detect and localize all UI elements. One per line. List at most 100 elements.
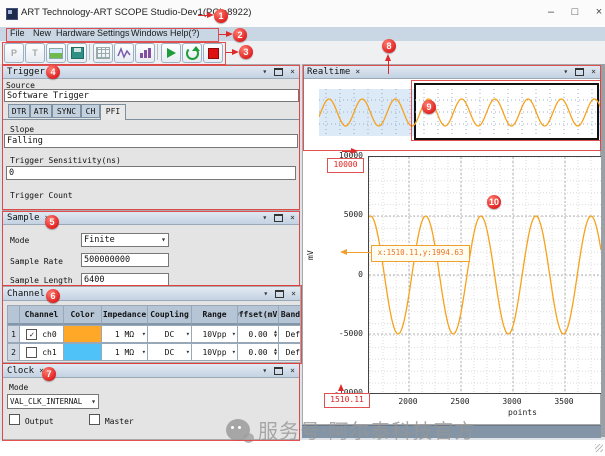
realtime-close-icon[interactable]: ×	[591, 67, 596, 76]
ch1-color-cell[interactable]	[64, 343, 102, 361]
realtime-menu-icon[interactable]: ▾	[563, 67, 568, 76]
channel-panel-title: Channel	[7, 289, 45, 299]
spinner-icon[interactable]: ▲▼	[274, 348, 277, 356]
ch1-offset-stepper[interactable]: 0.00▲▼	[238, 343, 279, 361]
output-checkbox[interactable]	[9, 414, 20, 425]
ch1-impedance-select[interactable]: 1 MΩ	[102, 343, 148, 361]
clock-mode-select[interactable]: VAL_CLK_INTERNAL	[7, 394, 99, 409]
tab-atr[interactable]: ATR	[30, 104, 52, 118]
ch1-coupling-select[interactable]: DC	[148, 343, 192, 361]
continuous-button[interactable]	[182, 43, 202, 63]
annotation-arrow-icon	[232, 49, 239, 55]
col-range: Range	[192, 305, 238, 325]
grid-icon	[96, 47, 110, 59]
ch0-color-cell[interactable]	[64, 325, 102, 343]
menu-file[interactable]: File	[10, 28, 25, 38]
ch0-impedance-select[interactable]: 1 MΩ	[102, 325, 148, 343]
menu-help[interactable]: Help(?)	[170, 28, 200, 38]
realtime-panel-title-bar[interactable]: Realtime × ▾ ×	[303, 65, 600, 79]
p-plus-icon: P	[11, 48, 17, 58]
master-checkbox[interactable]	[89, 414, 100, 425]
grid-view-button[interactable]	[93, 43, 113, 63]
ch0-range-select[interactable]: 10Vpp	[192, 325, 238, 343]
annotation-circle-8: 8	[382, 39, 396, 53]
channel-close-icon[interactable]: ×	[291, 289, 296, 298]
tab-dtr[interactable]: DTR	[8, 104, 30, 118]
source-field[interactable]: Software Trigger	[4, 89, 299, 102]
save-icon	[71, 47, 84, 59]
trigger-panel: Trigger × ▾ × Source Software Trigger DT…	[2, 64, 300, 210]
x-cursor-arrow-icon	[338, 384, 344, 391]
ch0-offset-stepper[interactable]: 0.00▲▼	[238, 325, 279, 343]
sample-float-icon[interactable]	[274, 214, 283, 222]
realtime-float-icon[interactable]	[575, 68, 584, 76]
menu-settings[interactable]: Settings	[97, 28, 130, 38]
sample-menu-icon[interactable]: ▾	[262, 213, 267, 222]
master-label: Master	[105, 417, 134, 426]
trigger-menu-icon[interactable]: ▾	[262, 67, 267, 76]
clock-close-icon[interactable]: ×	[290, 366, 295, 375]
y-axis-label: mV	[306, 250, 315, 260]
overview-waveform	[319, 89, 601, 136]
save-button[interactable]	[67, 43, 87, 63]
master-checkbox-row: Master	[89, 414, 134, 426]
ch0-bandwidth-select[interactable]: Default	[279, 325, 300, 343]
chart-plot-area[interactable]	[368, 156, 602, 394]
add-t-button[interactable]: T	[25, 43, 45, 63]
resize-grip[interactable]	[595, 444, 603, 452]
slope-field[interactable]: Falling	[4, 134, 298, 148]
clock-float-icon[interactable]	[274, 367, 283, 375]
ch1-range-select[interactable]: 10Vpp	[192, 343, 238, 361]
close-button[interactable]: ×	[590, 4, 605, 22]
menu-hardware[interactable]: Hardware	[56, 28, 95, 38]
start-button[interactable]	[161, 43, 181, 63]
clock-menu-icon[interactable]: ▾	[262, 366, 267, 375]
sample-panel-title: Sample	[7, 213, 40, 223]
maximize-button[interactable]: □	[566, 4, 584, 22]
tab-pfi[interactable]: PFI	[100, 104, 126, 120]
ch0-name: ch0	[42, 330, 56, 339]
ch0-coupling-select[interactable]: DC	[148, 325, 192, 343]
sample-length-field[interactable]: 6400	[81, 273, 169, 287]
export-image-button[interactable]	[46, 43, 66, 63]
trigger-close-icon[interactable]: ×	[290, 67, 295, 76]
menu-windows[interactable]: Windows	[131, 28, 168, 38]
mode-select[interactable]: Finite	[81, 233, 169, 247]
channel-float-icon[interactable]	[275, 290, 284, 298]
stop-button[interactable]	[203, 43, 223, 63]
y-marker-arrow-icon	[351, 148, 358, 154]
tab-sync[interactable]: SYNC	[52, 104, 81, 118]
sample-rate-field[interactable]: 500000000	[81, 253, 169, 267]
mode-label: Mode	[10, 236, 29, 245]
ch0-enable-checkbox[interactable]: ✓	[26, 329, 37, 340]
image-icon	[49, 48, 63, 59]
output-label: Output	[25, 417, 54, 426]
channel-menu-icon[interactable]: ▾	[263, 289, 268, 298]
sensitivity-field[interactable]: 0	[6, 166, 296, 180]
tab-ch[interactable]: CH	[81, 104, 100, 118]
add-p-button[interactable]: P	[4, 43, 24, 63]
menu-bar: File New Hardware Settings Windows Help(…	[0, 27, 605, 42]
annotation-circle-4: 4	[46, 65, 60, 79]
realtime-tab-close-icon[interactable]: ×	[355, 67, 360, 76]
col-bandwidth: Bandwidth	[279, 305, 300, 325]
y-tick: -5000	[323, 329, 363, 338]
waveform-view-button[interactable]	[114, 43, 134, 63]
ch0-color-swatch[interactable]	[64, 326, 101, 342]
row-index: 2	[7, 343, 20, 361]
tab-content-border	[3, 119, 299, 120]
ch1-name: ch1	[42, 348, 56, 357]
trigger-float-icon[interactable]	[274, 68, 283, 76]
ch1-color-swatch[interactable]	[64, 344, 101, 360]
watermark-text: 服务号·阿尔泰科技官方	[258, 415, 475, 444]
minimize-button[interactable]: –	[542, 4, 560, 22]
histogram-view-button[interactable]	[135, 43, 155, 63]
sample-close-icon[interactable]: ×	[290, 213, 295, 222]
menu-new[interactable]: New	[33, 28, 51, 38]
col-index	[7, 305, 20, 325]
wechat-icon	[226, 419, 250, 441]
ch1-bandwidth-select[interactable]: Default	[279, 343, 300, 361]
app-icon	[6, 8, 18, 20]
ch1-enable-checkbox[interactable]	[26, 347, 37, 358]
spinner-icon[interactable]: ▲▼	[274, 330, 277, 338]
